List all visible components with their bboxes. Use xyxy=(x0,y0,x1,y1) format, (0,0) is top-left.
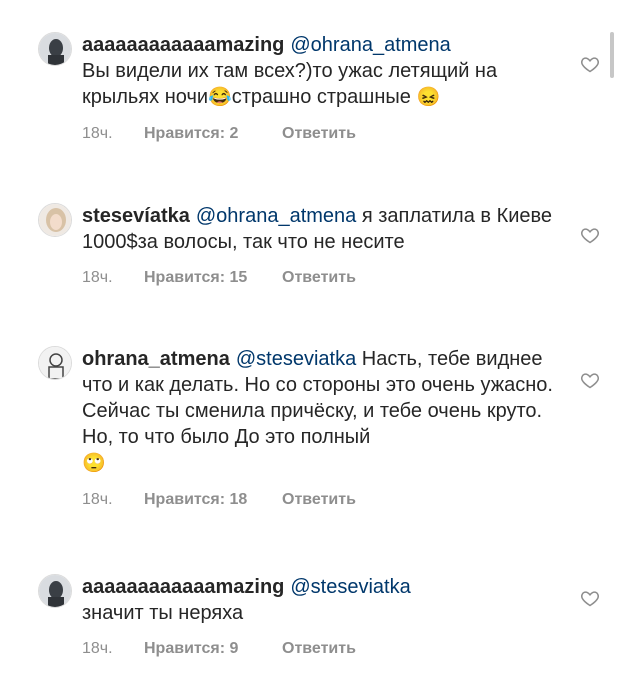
username[interactable]: aaaaaaaaaaaamazing xyxy=(82,34,284,56)
confounded-emoji: 😖 xyxy=(416,87,441,108)
mention-link[interactable]: @steseviatka xyxy=(236,348,356,370)
avatar[interactable] xyxy=(38,574,72,608)
reply-button[interactable]: Ответить xyxy=(282,491,356,509)
reply-button[interactable]: Ответить xyxy=(282,640,356,658)
avatar[interactable] xyxy=(38,346,72,380)
reply-button[interactable]: Ответить xyxy=(282,269,356,287)
comment-text: ohrana_atmena @steseviatka Насть, тебе ви… xyxy=(82,346,568,477)
heart-icon[interactable] xyxy=(580,54,600,74)
username[interactable]: aaaaaaaaaaaamazing xyxy=(82,576,284,598)
timestamp: 18ч. xyxy=(82,125,113,142)
avatar[interactable] xyxy=(38,32,72,66)
comment-body: значит ты неряха xyxy=(82,602,244,624)
comment-text: stesevíatka @ohrana_atmena я заплатила в … xyxy=(82,203,568,255)
timestamp: 18ч. xyxy=(82,269,113,286)
username[interactable]: stesevíatka xyxy=(82,205,190,227)
reply-button[interactable]: Ответить xyxy=(282,125,356,143)
likes-count[interactable]: Нравится: 18 xyxy=(144,491,282,509)
comment-item: stesevíatka @ohrana_atmena я заплатила в … xyxy=(38,203,599,287)
comment-body-cont: страшно страшные xyxy=(231,86,411,108)
tears-of-joy-emoji: 😂 xyxy=(208,87,232,108)
comment-item: ohrana_atmena @steseviatka Насть, тебе ви… xyxy=(38,346,599,509)
mention-link[interactable]: @ohrana_atmena xyxy=(290,34,450,56)
likes-count[interactable]: Нравится: 2 xyxy=(144,125,282,143)
timestamp: 18ч. xyxy=(82,491,113,508)
likes-count[interactable]: Нравится: 15 xyxy=(144,269,282,287)
scrollbar[interactable] xyxy=(610,32,614,78)
heart-icon[interactable] xyxy=(580,370,600,390)
comment-meta: 18ч. Нравится: 18 Ответить xyxy=(82,491,568,509)
likes-count[interactable]: Нравится: 9 xyxy=(144,640,282,658)
heart-icon[interactable] xyxy=(580,588,600,608)
comment-meta: 18ч. Нравится: 2 Ответить xyxy=(82,125,568,143)
mention-link[interactable]: @ohrana_atmena xyxy=(196,205,356,227)
heart-icon[interactable] xyxy=(580,225,600,245)
avatar[interactable] xyxy=(38,203,72,237)
comment-meta: 18ч. Нравится: 15 Ответить xyxy=(82,269,568,287)
comment-item: aaaaaaaaaaaamazing @ohrana_atmena Вы виде… xyxy=(38,32,599,143)
username[interactable]: ohrana_atmena xyxy=(82,348,230,370)
comment-text: aaaaaaaaaaaamazing @ohrana_atmena Вы виде… xyxy=(82,32,568,111)
comment-text: aaaaaaaaaaaamazing @steseviatka значит ты… xyxy=(82,574,568,626)
comment-meta: 18ч. Нравится: 9 Ответить xyxy=(82,640,568,658)
timestamp: 18ч. xyxy=(82,640,113,657)
eye-roll-emoji: 🙄 xyxy=(82,453,106,474)
comment-item: aaaaaaaaaaaamazing @steseviatka значит ты… xyxy=(38,574,599,658)
mention-link[interactable]: @steseviatka xyxy=(290,576,410,598)
